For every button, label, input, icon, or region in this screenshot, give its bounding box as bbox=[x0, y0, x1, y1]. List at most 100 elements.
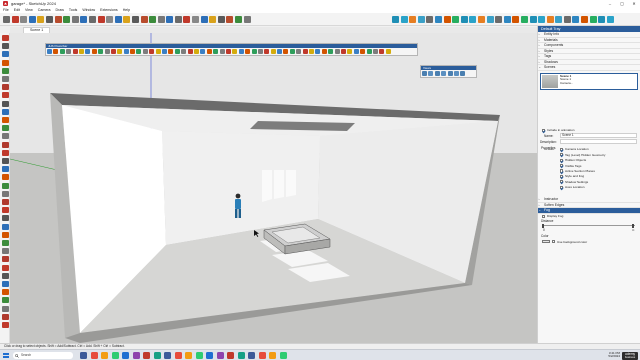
extension-tool-icon[interactable] bbox=[538, 16, 546, 23]
powerbar-tool-icon[interactable] bbox=[193, 49, 199, 54]
extension-tool-icon[interactable] bbox=[581, 16, 589, 23]
extension-tool-icon[interactable] bbox=[392, 16, 399, 23]
menu-extensions[interactable]: Extensions bbox=[100, 8, 118, 12]
left-tool-icon[interactable] bbox=[1, 35, 9, 41]
powerbar-tool-icon[interactable] bbox=[168, 49, 174, 54]
extension-tool-icon[interactable] bbox=[546, 16, 554, 23]
powerbar-tool-icon[interactable] bbox=[283, 49, 289, 54]
powerbar-tool-icon[interactable] bbox=[181, 49, 187, 54]
main-tool-icon[interactable] bbox=[209, 16, 217, 23]
taskbar-app-tool-icon[interactable] bbox=[111, 352, 119, 359]
windows-start-icon[interactable] bbox=[3, 352, 9, 359]
use-background-row[interactable]: Use background color bbox=[538, 239, 640, 244]
left-tool-icon[interactable] bbox=[1, 67, 9, 74]
left-tool-icon[interactable] bbox=[1, 59, 9, 66]
view-tool-icon[interactable] bbox=[434, 71, 440, 76]
main-tool-icon[interactable] bbox=[11, 16, 19, 23]
powerbar-tool-icon[interactable] bbox=[110, 49, 116, 54]
taskbar-app-tool-icon[interactable] bbox=[279, 352, 287, 359]
main-tool-icon[interactable] bbox=[131, 16, 139, 23]
main-tool-icon[interactable] bbox=[166, 16, 174, 23]
powerbar-tool-icon[interactable] bbox=[353, 49, 359, 54]
main-tool-icon[interactable] bbox=[54, 16, 62, 23]
taskbar-search-input[interactable]: Search bbox=[13, 352, 73, 359]
powerbar-tool-icon[interactable] bbox=[264, 49, 270, 54]
powerbar-tool-icon[interactable] bbox=[238, 49, 244, 54]
powerbar-tool-icon[interactable] bbox=[66, 49, 72, 54]
powerbar-tool-icon[interactable] bbox=[257, 49, 263, 54]
extension-tool-icon[interactable] bbox=[452, 16, 460, 23]
left-tool-icon[interactable] bbox=[1, 297, 9, 304]
left-tool-icon[interactable] bbox=[1, 108, 9, 115]
main-tool-icon[interactable] bbox=[28, 16, 36, 23]
main-tool-icon[interactable] bbox=[88, 16, 96, 23]
powerbar-tool-icon[interactable] bbox=[315, 49, 321, 54]
left-tool-icon[interactable] bbox=[1, 158, 9, 164]
powerbar-tool-icon[interactable] bbox=[187, 49, 193, 54]
powerbar-tool-icon[interactable] bbox=[72, 49, 78, 54]
powerbar-tool-icon[interactable] bbox=[360, 49, 366, 54]
powerbar-tool-icon[interactable] bbox=[245, 49, 251, 54]
taskbar-app-tool-icon[interactable] bbox=[122, 352, 129, 359]
extension-tool-icon[interactable] bbox=[443, 16, 451, 23]
left-tool-icon[interactable] bbox=[1, 313, 9, 320]
main-tool-icon[interactable] bbox=[97, 16, 105, 23]
left-tool-icon[interactable] bbox=[1, 117, 9, 123]
taskbar-app-tool-icon[interactable] bbox=[206, 352, 213, 359]
maximize-button[interactable]: ▢ bbox=[616, 0, 628, 7]
main-tool-icon[interactable] bbox=[37, 16, 45, 23]
taskbar-app-tool-icon[interactable] bbox=[174, 352, 182, 359]
main-tool-icon[interactable] bbox=[71, 16, 79, 23]
main-tool-icon[interactable] bbox=[45, 16, 53, 23]
main-tool-icon[interactable] bbox=[80, 16, 88, 23]
menu-draw[interactable]: Draw bbox=[56, 8, 64, 12]
left-tool-icon[interactable] bbox=[1, 76, 9, 82]
left-tool-icon[interactable] bbox=[1, 256, 9, 263]
powerbar-tool-icon[interactable] bbox=[149, 49, 155, 54]
left-tool-icon[interactable] bbox=[1, 199, 9, 205]
use-background-checkbox[interactable] bbox=[552, 239, 556, 244]
left-tool-icon[interactable] bbox=[1, 207, 9, 214]
extension-tool-icon[interactable] bbox=[572, 16, 580, 23]
powerbar-tool-icon[interactable] bbox=[174, 49, 180, 54]
powerbar-tool-icon[interactable] bbox=[347, 49, 353, 54]
property-checkbox[interactable] bbox=[560, 174, 564, 179]
powerbar-tool-icon[interactable] bbox=[385, 49, 391, 54]
extension-tool-icon[interactable] bbox=[563, 16, 571, 23]
left-tool-icon[interactable] bbox=[1, 272, 9, 279]
powerbar-tool-icon[interactable] bbox=[334, 49, 340, 54]
extension-tool-icon[interactable] bbox=[598, 16, 606, 23]
main-tool-icon[interactable] bbox=[183, 16, 191, 23]
powerbar-tool-icon[interactable] bbox=[270, 49, 276, 54]
powerbar-tool-icon[interactable] bbox=[321, 49, 327, 54]
main-tool-icon[interactable] bbox=[140, 16, 148, 23]
powerbar-tool-icon[interactable] bbox=[309, 49, 315, 54]
powerbar-tool-icon[interactable] bbox=[136, 49, 142, 54]
taskbar-app-tool-icon[interactable] bbox=[132, 352, 140, 359]
powerbar-tool-icon[interactable] bbox=[47, 49, 52, 54]
taskbar-app-tool-icon[interactable] bbox=[164, 352, 171, 359]
view-tool-icon[interactable] bbox=[447, 71, 453, 76]
display-fog-checkbox[interactable] bbox=[542, 214, 546, 218]
powerbar-tool-icon[interactable] bbox=[104, 49, 110, 54]
taskbar-app-tool-icon[interactable] bbox=[143, 352, 150, 359]
extension-tool-icon[interactable] bbox=[512, 16, 520, 23]
menu-window[interactable]: Window bbox=[82, 8, 95, 12]
left-tool-icon[interactable] bbox=[1, 100, 9, 107]
property-checkbox[interactable] bbox=[560, 180, 564, 184]
extension-tool-icon[interactable] bbox=[529, 16, 537, 23]
menu-file[interactable]: File bbox=[3, 8, 9, 12]
taskbar-app-tool-icon[interactable] bbox=[269, 352, 276, 359]
extension-tool-icon[interactable] bbox=[469, 16, 477, 23]
powerbar-tool-icon[interactable] bbox=[213, 49, 219, 54]
powerbar-tool-icon[interactable] bbox=[98, 49, 104, 54]
powerbar-tool-icon[interactable] bbox=[123, 49, 129, 54]
property-checkbox[interactable] bbox=[560, 158, 564, 162]
scene-card[interactable]: Scene 1 Scene 1 Camera... bbox=[540, 72, 638, 90]
extension-tool-icon[interactable] bbox=[409, 16, 417, 23]
powerbar-tool-icon[interactable] bbox=[200, 49, 206, 54]
left-tool-icon[interactable] bbox=[1, 190, 9, 197]
include-animation-checkbox[interactable] bbox=[542, 128, 546, 132]
system-clock[interactable]: 3:41 PM 5/2/2024 bbox=[608, 351, 620, 360]
model-viewport[interactable]: JHS Powerbar Views bbox=[10, 33, 537, 343]
